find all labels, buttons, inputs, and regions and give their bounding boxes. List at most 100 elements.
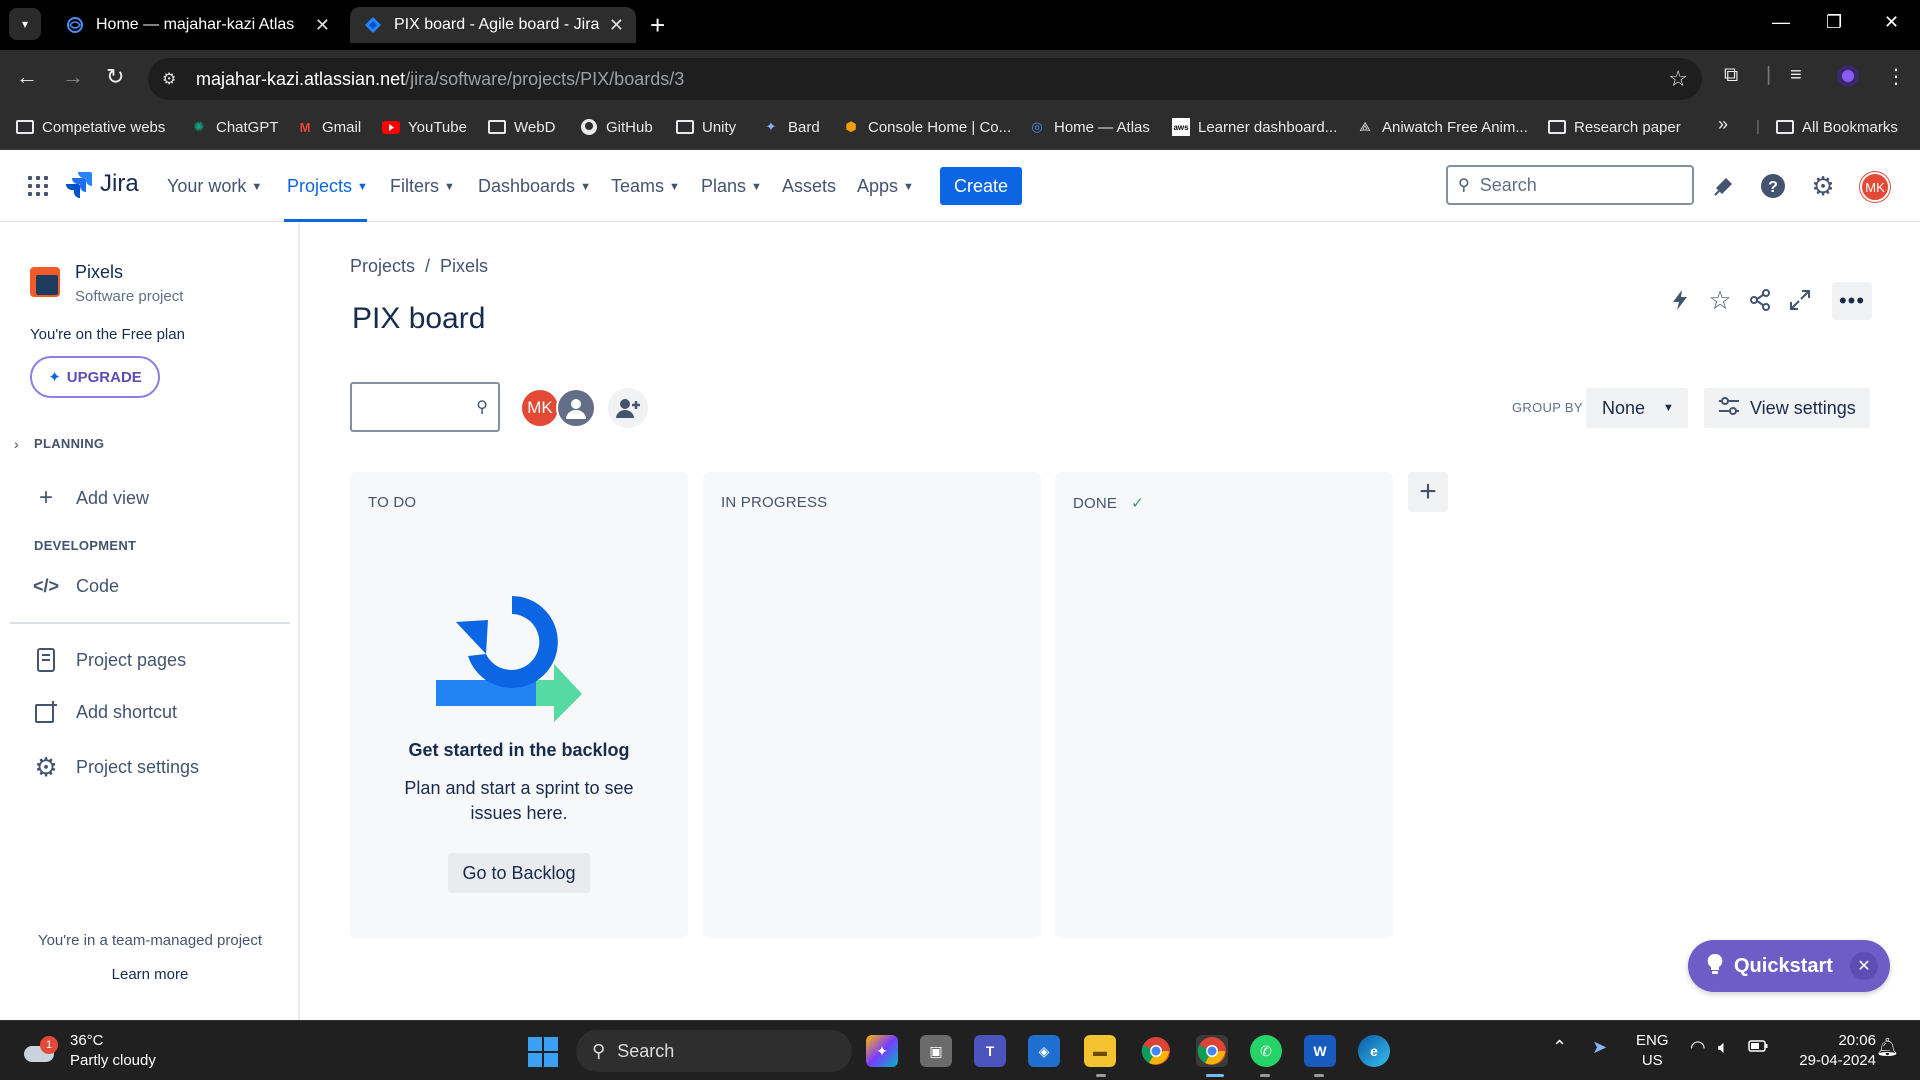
fullscreen-icon[interactable]	[1788, 288, 1812, 312]
user-avatar[interactable]: MK	[1860, 172, 1890, 202]
bookmarks-overflow-icon[interactable]: »	[1718, 114, 1728, 135]
planning-section-header[interactable]: PLANNING	[34, 436, 104, 451]
project-name[interactable]: Pixels	[75, 262, 123, 283]
volume-icon[interactable]: 🔈︎	[1718, 1037, 1729, 1058]
nav-apps[interactable]: Apps ▼	[857, 176, 914, 197]
sidebar-item-code[interactable]: </> Code	[28, 576, 119, 597]
bookmark-item[interactable]: ◎ Home — Atlas	[1028, 118, 1150, 136]
learn-more-link[interactable]: Learn more	[0, 966, 300, 983]
board-search-input[interactable]: ⚲	[350, 382, 500, 432]
bookmark-item[interactable]: YouTube	[382, 118, 467, 136]
language-indicator[interactable]: ENG US	[1636, 1031, 1669, 1071]
bookmark-item[interactable]: Unity	[676, 118, 736, 136]
taskbar-search[interactable]: ⚲ Search	[576, 1030, 852, 1072]
location-icon[interactable]: ➤	[1592, 1037, 1607, 1058]
nav-teams[interactable]: Teams ▼	[611, 176, 680, 197]
weather-widget[interactable]: 1 36°C Partly cloudy	[24, 1031, 156, 1071]
whatsapp-icon[interactable]: ✆	[1250, 1035, 1282, 1067]
teams-icon[interactable]: T	[974, 1035, 1006, 1067]
create-button[interactable]: Create	[940, 167, 1022, 205]
file-explorer-icon[interactable]: ▬	[1084, 1035, 1116, 1067]
assignee-filter-avatar[interactable]: MK	[520, 388, 560, 428]
bookmark-item[interactable]: M Gmail	[296, 118, 362, 136]
bookmark-item[interactable]: Research paper	[1548, 118, 1681, 136]
group-by-select[interactable]: None ▼	[1586, 388, 1688, 428]
sidebar-item-add-view[interactable]: + Add view	[28, 484, 149, 512]
store-icon[interactable]: ◈	[1028, 1035, 1060, 1067]
bookmark-item[interactable]: ⬢ Console Home | Co...	[842, 118, 1011, 136]
back-icon[interactable]: ←	[16, 64, 38, 90]
app-switcher-icon[interactable]	[28, 176, 48, 196]
word-icon[interactable]: W	[1304, 1035, 1336, 1067]
tray-overflow-icon[interactable]: ⌃	[1552, 1037, 1567, 1058]
bookmark-item[interactable]: WebD	[488, 118, 555, 136]
column-title[interactable]: TO DO	[368, 494, 416, 511]
browser-tab-atlas[interactable]: Home — majahar-kazi Atlas ✕	[52, 7, 342, 43]
notification-bell-icon[interactable]: 🔔︎	[1876, 1037, 1899, 1058]
site-info-icon[interactable]: ⚙	[162, 69, 176, 89]
edge-icon[interactable]: e	[1358, 1035, 1390, 1067]
nav-dashboards[interactable]: Dashboards ▼	[478, 176, 591, 197]
nav-projects[interactable]: Projects ▼	[287, 176, 368, 197]
new-tab-button[interactable]: +	[650, 10, 665, 41]
chevron-right-icon[interactable]: ›	[14, 436, 19, 452]
breadcrumb-pixels[interactable]: Pixels	[440, 256, 488, 276]
close-quickstart-icon[interactable]: ✕	[1850, 952, 1878, 980]
unassigned-user-icon[interactable]	[556, 388, 596, 428]
nav-filters[interactable]: Filters ▼	[390, 176, 455, 197]
clock[interactable]: 20:06 29-04-2024	[1786, 1031, 1876, 1071]
nav-plans[interactable]: Plans ▼	[701, 176, 762, 197]
sidebar-item-project-settings[interactable]: ⚙ Project settings	[28, 752, 199, 783]
profile-avatar-icon[interactable]	[1836, 64, 1860, 94]
settings-gear-icon[interactable]: ⚙	[1809, 171, 1837, 201]
upgrade-button[interactable]: ✦ UPGRADE	[30, 356, 160, 398]
sidebar-item-project-pages[interactable]: Project pages	[28, 648, 186, 672]
address-bar[interactable]: ⚙ majahar-kazi.atlassian.net/jira/softwa…	[148, 58, 1702, 100]
chrome-profile-icon[interactable]	[1196, 1035, 1228, 1067]
wifi-icon[interactable]: ◠	[1690, 1037, 1706, 1058]
battery-icon[interactable]	[1748, 1039, 1768, 1056]
go-to-backlog-button[interactable]: Go to Backlog	[448, 853, 590, 893]
add-people-icon[interactable]	[608, 388, 648, 428]
close-window-icon[interactable]: ✕	[1884, 12, 1899, 33]
star-icon[interactable]: ☆	[1708, 285, 1732, 315]
extensions-icon[interactable]: ⧉	[1724, 64, 1738, 87]
view-settings-button[interactable]: View settings	[1704, 388, 1870, 428]
media-controls-icon[interactable]: ≡	[1790, 64, 1802, 87]
help-icon[interactable]: ?	[1759, 172, 1787, 200]
minimize-icon[interactable]: —	[1772, 12, 1790, 33]
notifications-icon[interactable]	[1710, 172, 1738, 200]
close-tab-icon[interactable]: ✕	[315, 15, 330, 36]
jira-logo[interactable]: Jira	[64, 170, 139, 198]
forward-icon[interactable]: →	[62, 64, 84, 90]
bookmark-item[interactable]: ✺ ChatGPT	[190, 118, 279, 136]
windows-start-icon[interactable]	[528, 1037, 558, 1067]
bookmark-item[interactable]: Competative webs	[16, 118, 165, 136]
copilot-icon[interactable]: ✦	[866, 1035, 898, 1067]
automation-lightning-icon[interactable]	[1668, 288, 1692, 312]
nav-your-work[interactable]: Your work ▼	[167, 176, 262, 197]
bookmark-star-icon[interactable]: ☆	[1668, 66, 1688, 92]
sidebar-item-add-shortcut[interactable]: Add shortcut	[28, 700, 177, 724]
column-title[interactable]: IN PROGRESS	[721, 494, 827, 511]
bookmark-item[interactable]: ✦ Bard	[762, 118, 820, 136]
column-title[interactable]: DONE ✓	[1073, 494, 1144, 513]
close-tab-icon[interactable]: ✕	[609, 15, 624, 36]
breadcrumb-projects[interactable]: Projects	[350, 256, 415, 276]
add-column-button[interactable]: +	[1408, 472, 1448, 512]
bookmark-item[interactable]: aws Learner dashboard...	[1172, 118, 1337, 136]
chrome-icon[interactable]	[1140, 1035, 1172, 1067]
task-view-icon[interactable]: ▣	[920, 1035, 952, 1067]
quickstart-button[interactable]: Quickstart ✕	[1688, 940, 1890, 992]
restore-icon[interactable]: ❐	[1826, 12, 1842, 33]
tab-search-dropdown-button[interactable]: ▾	[9, 8, 41, 40]
all-bookmarks[interactable]: All Bookmarks	[1776, 118, 1898, 136]
bookmark-item[interactable]: GitHub	[580, 118, 653, 136]
browser-tab-jira[interactable]: PIX board - Agile board - Jira ✕	[350, 7, 636, 43]
share-icon[interactable]	[1748, 288, 1772, 312]
browser-menu-icon[interactable]: ⋮	[1886, 64, 1906, 89]
jira-search-input[interactable]: ⚲ Search	[1446, 165, 1694, 205]
nav-assets[interactable]: Assets	[782, 176, 836, 197]
bookmark-item[interactable]: ⟁ Aniwatch Free Anim...	[1356, 118, 1528, 136]
reload-icon[interactable]: ↻	[106, 64, 124, 90]
